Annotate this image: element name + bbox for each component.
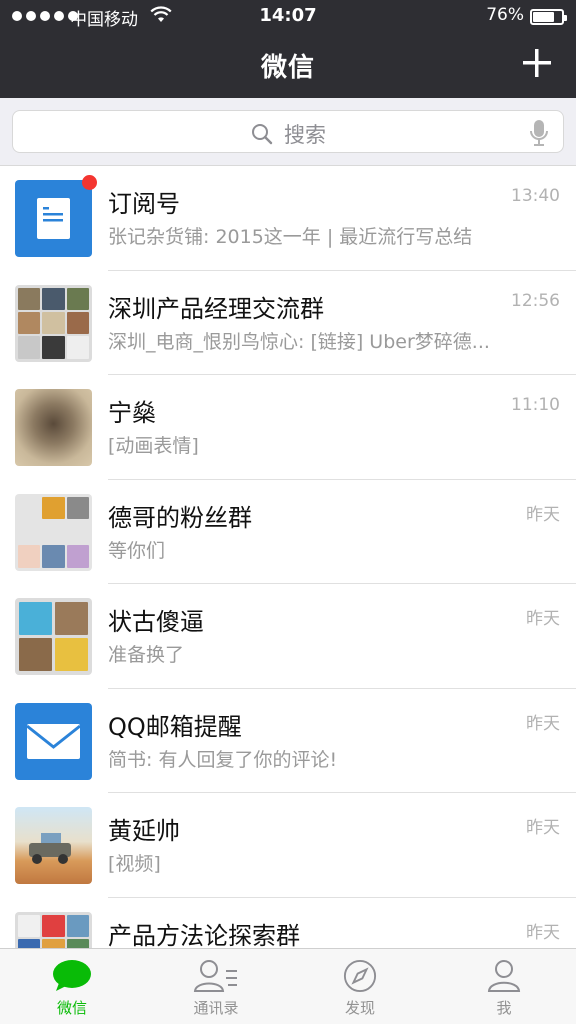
search-icon <box>252 124 273 145</box>
chat-time: 昨天 <box>526 922 560 943</box>
chat-item-group[interactable]: 状古傻逼 准备换了 昨天 <box>0 584 576 689</box>
status-bar: 中国移动 14:07 76% <box>0 0 576 34</box>
search-placeholder: 搜索 <box>284 123 326 147</box>
chat-time: 昨天 <box>526 609 560 629</box>
chat-time: 昨天 <box>526 818 560 838</box>
chat-preview: [动画表情] <box>108 435 199 457</box>
tab-label: 微信 <box>56 999 87 1017</box>
subscription-icon <box>15 180 92 257</box>
tab-bar: 微信 通讯录 发现 我 <box>0 948 576 1024</box>
chat-name: QQ邮箱提醒 <box>108 712 242 741</box>
group-avatar <box>15 911 92 948</box>
chat-item-mail[interactable]: QQ邮箱提醒 简书: 有人回复了你的评论! 昨天 <box>0 689 576 794</box>
battery-icon <box>530 9 567 25</box>
chat-item-subscriptions[interactable]: 订阅号 张记杂货铺: 2015这一年 | 最近流行写总结 13:40 <box>0 166 576 271</box>
tab-me[interactable]: 我 <box>432 949 576 1024</box>
top-header: 中国移动 14:07 76% 微信 <box>0 0 576 98</box>
chat-bubble-icon <box>53 960 91 991</box>
tab-label: 通讯录 <box>193 999 239 1017</box>
chat-list: 订阅号 张记杂货铺: 2015这一年 | 最近流行写总结 13:40 深圳产品经… <box>0 166 576 948</box>
chat-item-group[interactable]: 产品方法论探索群 昨天 <box>0 898 576 949</box>
chat-preview: [视频] <box>108 853 161 875</box>
chat-time: 13:40 <box>511 186 560 206</box>
chat-time: 昨天 <box>526 713 560 734</box>
tab-label: 发现 <box>344 999 375 1017</box>
chat-preview: 简书: 有人回复了你的评论! <box>108 748 338 771</box>
chat-preview: 张记杂货铺: 2015这一年 | 最近流行写总结 <box>108 226 473 248</box>
chat-item-group[interactable]: 德哥的粉丝群 等你们 昨天 <box>0 480 576 585</box>
chat-item-contact[interactable]: 黄延帅 [视频] 昨天 <box>0 793 576 898</box>
unread-dot <box>82 175 97 190</box>
chat-name: 黄延帅 <box>108 817 180 845</box>
chat-name: 宁燊 <box>108 399 156 427</box>
chat-name: 订阅号 <box>108 190 180 218</box>
group-avatar <box>15 284 92 362</box>
chat-name: 德哥的粉丝群 <box>108 503 252 532</box>
chat-preview: 等你们 <box>108 539 166 562</box>
plus-icon <box>523 49 551 77</box>
chat-time: 昨天 <box>526 504 560 525</box>
user-avatar <box>15 389 92 466</box>
battery-percentage: 76% <box>486 5 524 25</box>
person-icon <box>487 960 521 992</box>
tab-discover[interactable]: 发现 <box>288 949 432 1024</box>
tab-label: 我 <box>496 999 512 1017</box>
search-area: 搜索 <box>0 98 576 166</box>
chat-name: 产品方法论探索群 <box>108 921 300 949</box>
search-input[interactable]: 搜索 <box>12 110 564 153</box>
group-avatar <box>15 598 92 675</box>
chat-name: 深圳产品经理交流群 <box>108 294 324 323</box>
group-avatar <box>15 493 92 571</box>
compass-icon <box>343 959 377 993</box>
chat-preview: 深圳_电商_恨别鸟惊心: [链接] Uber梦碎德... <box>108 330 490 353</box>
page-title: 微信 <box>260 53 315 83</box>
add-button[interactable] <box>520 46 554 80</box>
tab-contacts[interactable]: 通讯录 <box>144 949 288 1024</box>
chat-item-contact[interactable]: 宁燊 [动画表情] 11:10 <box>0 375 576 480</box>
chat-time: 12:56 <box>511 290 560 311</box>
chat-time: 11:10 <box>511 395 560 415</box>
contacts-icon <box>193 960 237 992</box>
mail-icon <box>15 702 92 780</box>
user-avatar <box>15 807 92 884</box>
microphone-icon[interactable] <box>529 119 549 151</box>
tab-chats[interactable]: 微信 <box>0 949 144 1024</box>
chat-item-group[interactable]: 深圳产品经理交流群 深圳_电商_恨别鸟惊心: [链接] Uber梦碎德... 1… <box>0 271 576 376</box>
chat-name: 状古傻逼 <box>108 608 204 636</box>
chat-preview: 准备换了 <box>108 644 185 666</box>
